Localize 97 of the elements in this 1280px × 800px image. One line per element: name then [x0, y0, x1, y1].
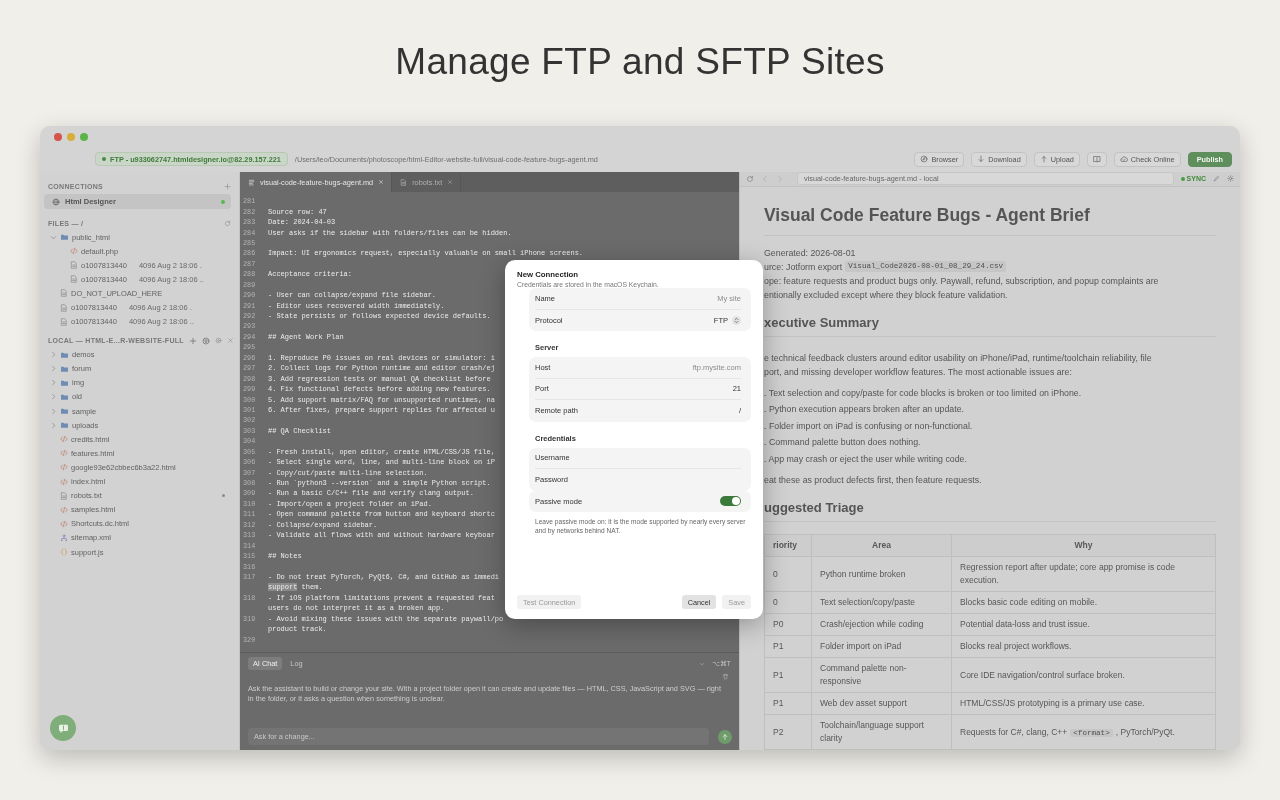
lines-icon	[248, 178, 255, 186]
code-file-icon	[60, 449, 68, 458]
chevron-icon[interactable]	[50, 365, 57, 373]
stepper-icon	[732, 315, 741, 325]
file-icon	[60, 317, 68, 326]
chevron-icon[interactable]	[50, 407, 57, 415]
paragraph-text: port, and missing developer workflow features. The most actionable issues are:	[764, 365, 1072, 379]
paragraph-text: Generated: 2026-08-01	[764, 246, 856, 260]
speech-bubble-icon	[57, 722, 69, 734]
sitemap-icon	[60, 533, 68, 542]
compass-icon	[920, 155, 929, 163]
send-button[interactable]	[718, 730, 732, 744]
refresh-icon[interactable]	[224, 219, 231, 227]
pencil-icon[interactable]	[1213, 175, 1220, 183]
file-icon	[70, 275, 78, 284]
book-icon	[1092, 155, 1101, 163]
download-arrow-icon	[977, 155, 986, 163]
reload-icon[interactable]	[746, 174, 754, 183]
paragraph-text: entionally excluded except where they block feature validation.	[764, 288, 1008, 302]
file-icon	[70, 261, 78, 270]
settings-icon[interactable]	[214, 337, 222, 345]
chevron-icon[interactable]	[50, 379, 57, 387]
page-headline: Manage FTP and SFTP Sites	[395, 40, 885, 84]
file-icon	[60, 491, 68, 500]
chevron-icon[interactable]	[50, 351, 57, 359]
braces-icon	[60, 548, 68, 556]
chevron-icon[interactable]	[50, 233, 57, 241]
paragraph-text: eat these as product defects first, then feature requests.	[764, 474, 982, 487]
table-cell: Text selection/copy/paste	[811, 591, 952, 614]
file-icon	[400, 178, 408, 186]
code-file-icon	[70, 247, 78, 256]
chevron-icon[interactable]	[50, 421, 57, 429]
table-cell: Folder import on iPad	[811, 635, 952, 658]
section-heading: xecutive Summary	[764, 313, 1216, 337]
close-light[interactable]	[54, 133, 62, 141]
add-icon[interactable]	[188, 336, 197, 345]
table-cell: Web dev asset support	[811, 692, 952, 715]
chevron-icon[interactable]	[698, 660, 705, 667]
list-item: . Command palette button does nothing.	[764, 436, 922, 449]
chevron-icon[interactable]	[50, 393, 57, 401]
table-cell: Regression report after update; core app promise is code execution.	[951, 556, 1216, 592]
toggle-switch[interactable]	[720, 496, 741, 507]
paragraph-text: urce: Jotform export	[764, 260, 843, 274]
chat-button[interactable]	[50, 715, 76, 741]
zoom-light[interactable]	[80, 133, 88, 141]
document-title: Visual Code Feature Bugs - Agent Brief	[764, 202, 1216, 236]
table-cell: Toolchain/language support clarity	[811, 714, 952, 750]
sync-dot	[1180, 176, 1185, 181]
table-cell: P1	[764, 635, 812, 658]
globe-icon	[52, 197, 60, 206]
paragraph-text: , PyTorch/PyQt.	[1115, 726, 1175, 737]
list-item: . App may crash or eject the user while writing code.	[764, 452, 968, 466]
file-icon	[60, 289, 68, 298]
table-cell: P1	[764, 692, 812, 715]
list-item: . Folder import on iPad is confusing or non-functional.	[764, 419, 974, 433]
cloud-check-icon	[1119, 155, 1128, 163]
table-cell: P0	[764, 613, 812, 636]
minimize-light[interactable]	[67, 133, 75, 141]
table-cell: 0	[764, 591, 812, 614]
table-cell: Blocks basic code editing on mobile.	[951, 591, 1216, 614]
status-dot	[102, 157, 106, 161]
list-item: . Text selection and copy/paste for code blocks is broken or too limited on iPhone.	[764, 386, 1083, 400]
list-item: . Python execution appears broken after an update.	[764, 403, 966, 416]
close-icon[interactable]	[378, 179, 385, 185]
sun-icon[interactable]	[1227, 175, 1234, 183]
code-file-icon	[60, 463, 68, 472]
add-icon[interactable]	[224, 182, 231, 190]
column-header: Area	[811, 534, 952, 557]
table-cell: Python runtime broken	[811, 556, 952, 592]
table-cell: Core IDE navigation/control surface broken.	[951, 657, 1216, 693]
table-cell: Potential data-loss and trust issue.	[951, 613, 1216, 636]
table-cell: Blocks real project workflows.	[951, 635, 1216, 658]
paragraph-text: e technical feedback clusters around editor usability on iPhone/iPad, runtime/toolchain reliability, file	[764, 351, 1152, 365]
book-button[interactable]	[1086, 151, 1107, 167]
column-header: riority	[764, 534, 812, 557]
close-icon[interactable]	[447, 179, 454, 185]
table-cell: HTML/CSS/JS prototyping is a primary use case.	[951, 692, 1216, 715]
section-heading: uggested Triage	[764, 499, 1216, 522]
table-cell: P1	[764, 657, 812, 693]
code-file-icon	[60, 519, 68, 528]
table-cell: Command palette non-responsive	[811, 657, 952, 693]
filter-icon[interactable]	[201, 336, 210, 345]
close-icon[interactable]	[226, 337, 234, 345]
table-cell: 0	[764, 556, 812, 592]
upload-arrow-icon	[1039, 155, 1048, 163]
table-cell: Crash/ejection while coding	[811, 613, 952, 636]
column-header: Why	[951, 534, 1216, 557]
code-file-icon	[60, 505, 68, 514]
trash-icon[interactable]	[722, 673, 729, 680]
file-icon	[60, 303, 68, 312]
code-file-icon	[60, 477, 68, 486]
up-arrow-icon	[721, 733, 729, 741]
paragraph-text: Requests for C#, clang, C++	[960, 726, 1068, 737]
paragraph-text: ope: feature requests and product bugs only. Paywall, refund, subscription, and popup complaints are	[764, 274, 1159, 288]
table-cell: P2	[764, 714, 812, 750]
folder-icon	[60, 233, 69, 242]
code-file-icon	[60, 435, 68, 444]
